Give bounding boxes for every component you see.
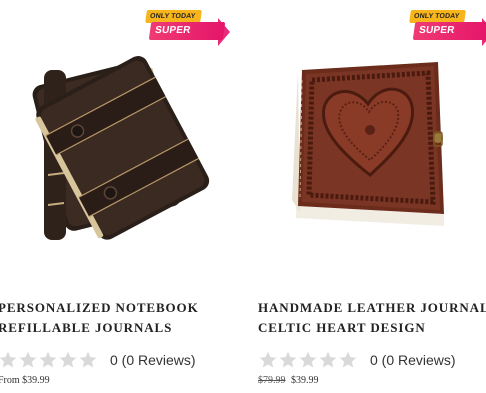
- star-empty-icon: [19, 351, 37, 368]
- product-rating: 0 (0 Reviews): [258, 350, 456, 370]
- star-empty-icon: [319, 351, 337, 368]
- star-empty-icon: [299, 351, 317, 368]
- product-image-link[interactable]: ONLY TODAY SUPER SALE: [0, 0, 240, 280]
- product-card-1[interactable]: ONLY TODAY SUPER SALE PERSONALIZED NOTEB…: [0, 0, 240, 393]
- old-price: $79.99: [258, 375, 286, 386]
- product-rating: 0 (0 Reviews): [0, 350, 196, 370]
- star-empty-icon: [0, 351, 17, 368]
- star-empty-icon: [59, 351, 77, 368]
- super-sale-badge: ONLY TODAY SUPER SALE: [145, 10, 230, 54]
- product-title-link[interactable]: HANDMADE LEATHER JOURNAL CELTIC HEART DE…: [258, 298, 486, 338]
- price-from: From $39.99: [0, 375, 50, 386]
- super-sale-badge: ONLY TODAY SUPER SALE: [409, 10, 486, 54]
- product-title-line-2: REFILLABLE JOURNALS: [0, 320, 173, 335]
- star-rating: [258, 350, 358, 370]
- product-price: $79.99 $39.99: [258, 375, 319, 386]
- product-title-line-1: PERSONALIZED NOTEBOOK: [0, 300, 199, 315]
- badge-main-label: SUPER SALE: [412, 22, 486, 54]
- badge-main-label: SUPER SALE: [148, 22, 226, 54]
- star-rating: [0, 350, 98, 370]
- star-empty-icon: [339, 351, 357, 368]
- star-empty-icon: [279, 351, 297, 368]
- product-title-link[interactable]: PERSONALIZED NOTEBOOK REFILLABLE JOURNAL…: [0, 298, 238, 338]
- star-empty-icon: [39, 351, 57, 368]
- product-title-line-2: CELTIC HEART DESIGN: [258, 320, 426, 335]
- product-title-line-1: HANDMADE LEATHER JOURNAL: [258, 300, 486, 315]
- product-card-2[interactable]: ONLY TODAY SUPER SALE HANDMADE LEATHER J…: [258, 0, 486, 393]
- review-count[interactable]: 0 (0 Reviews): [370, 352, 456, 368]
- product-image-link[interactable]: ONLY TODAY SUPER SALE: [258, 0, 486, 280]
- star-empty-icon: [79, 351, 97, 368]
- review-count[interactable]: 0 (0 Reviews): [110, 352, 196, 368]
- sale-price: $39.99: [291, 375, 319, 386]
- star-empty-icon: [259, 351, 277, 368]
- product-price: From $39.99: [0, 375, 50, 386]
